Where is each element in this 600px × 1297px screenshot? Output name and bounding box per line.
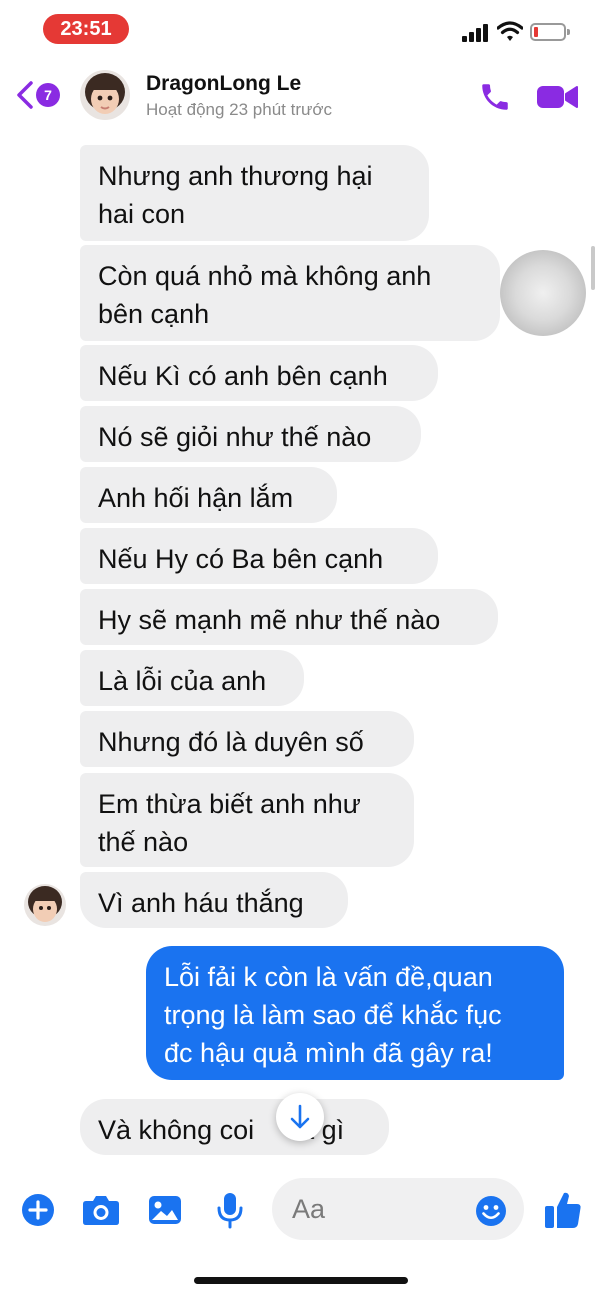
unread-count-badge: 7 [36,83,60,107]
contact-active-status: Hoạt động 23 phút trước [146,100,333,119]
home-indicator[interactable] [194,1277,408,1284]
message-bubble[interactable]: Hy sẽ mạnh mẽ như thế nào [80,589,498,645]
message-bubble[interactable]: Nếu Hy có Ba bên cạnh [80,528,438,584]
scroll-to-bottom-button[interactable] [276,1093,324,1141]
image-icon[interactable] [147,1194,183,1226]
message-bubble[interactable]: Em thừa biết anh như thế nào [80,773,414,867]
microphone-icon[interactable] [216,1191,244,1229]
message-bubble[interactable]: Còn quá nhỏ mà không anh bên cạnh [80,245,500,341]
message-bubble[interactable]: Và không coi a gì [80,1099,389,1155]
thumbs-up-icon[interactable] [544,1190,582,1230]
sender-avatar[interactable] [24,884,66,926]
phone-icon[interactable] [478,80,512,114]
read-receipt-indicator [500,250,586,336]
signal-icon [462,24,490,42]
video-camera-icon[interactable] [535,82,579,112]
message-composer [0,1160,600,1240]
arrow-down-icon [290,1104,310,1129]
contact-name: DragonLong Le [146,72,302,95]
message-bubble[interactable]: Vì anh háu thắng [80,872,348,928]
message-bubble[interactable]: Nhưng đó là duyên số [80,711,414,767]
message-bubble[interactable]: Nhưng anh thương hại hai con [80,145,429,241]
emoji-icon[interactable] [475,1195,507,1227]
wifi-icon [497,21,523,41]
message-bubble[interactable]: Nếu Kì có anh bên cạnh [80,345,438,401]
battery-icon [530,23,570,41]
message-bubble[interactable]: Là lỗi của anh [80,650,304,706]
status-time: 23:51 [43,14,129,44]
back-chevron-icon [17,81,33,109]
status-bar: 23:51 [0,0,600,58]
plus-icon[interactable] [21,1193,55,1227]
camera-icon[interactable] [82,1194,120,1226]
contact-avatar[interactable] [80,70,130,120]
scrollbar[interactable] [591,246,595,290]
message-bubble[interactable]: Anh hối hận lắm [80,467,337,523]
back-button[interactable]: 7 [16,80,66,110]
outgoing-message-bubble[interactable]: Lỗi fải k còn là vấn đề,quan trọng là là… [146,946,564,1080]
chat-header: 7 DragonLong Le Hoạt động 23 phút trước [0,58,600,132]
message-bubble[interactable]: Nó sẽ giỏi như thế nào [80,406,421,462]
